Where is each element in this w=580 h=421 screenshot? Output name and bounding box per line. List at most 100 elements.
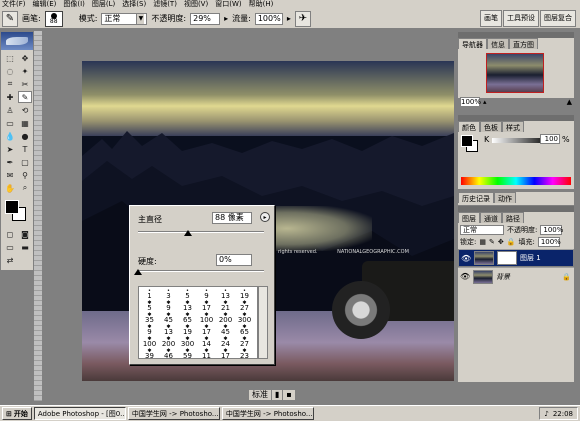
taskbar-item[interactable]: Adobe Photoshop - [图0... <box>33 407 126 420</box>
blur-tool-icon[interactable]: 💧 <box>3 130 17 142</box>
hand-tool-icon[interactable]: ✋ <box>3 182 17 194</box>
tab-swatches[interactable]: 色板 <box>480 121 502 132</box>
volume-icon[interactable]: ♪ <box>544 410 548 418</box>
brush-preset[interactable]: ✱ 17 <box>197 300 216 312</box>
menu-layer[interactable]: 图层(L) <box>92 0 115 9</box>
pen-tool-icon[interactable]: ✒ <box>3 156 17 168</box>
brush-preset[interactable]: ✱ 23 <box>235 348 254 359</box>
magic-wand-tool-icon[interactable]: ✦ <box>18 65 32 77</box>
brush-tool-icon[interactable]: ✎ <box>18 91 32 103</box>
brush-preset[interactable]: • 19 <box>235 288 254 300</box>
menu-view[interactable]: 视图(V) <box>184 0 208 9</box>
eye-icon[interactable]: 👁 <box>460 272 470 281</box>
diameter-slider[interactable] <box>138 231 264 233</box>
brush-preset[interactable]: ✱ 13 <box>159 324 178 336</box>
hardness-slider[interactable] <box>138 270 264 272</box>
channel-value-input[interactable]: 100 <box>540 134 560 144</box>
brush-preset[interactable]: • 1 <box>140 288 159 300</box>
zoom-input[interactable]: 100% <box>460 97 481 107</box>
shape-tool-icon[interactable]: ▢ <box>18 156 32 168</box>
brush-preset[interactable]: ✱ 39 <box>140 348 159 359</box>
tab-navigator[interactable]: 导航器 <box>458 38 487 49</box>
fullscreen-mode-icon[interactable]: ▬ <box>18 241 32 253</box>
tab-history[interactable]: 历史记录 <box>458 192 494 203</box>
brush-picker[interactable]: 88 <box>44 10 63 27</box>
brush-preset[interactable]: ✱ 9 <box>159 300 178 312</box>
zoom-slider[interactable] <box>489 101 564 103</box>
mode-select[interactable]: 正常 ▼ <box>101 12 148 25</box>
flow-input[interactable]: 100% <box>254 12 283 25</box>
brush-preset[interactable]: ✱ 19 <box>178 324 197 336</box>
hardness-slider-knob[interactable] <box>134 269 142 275</box>
tab-layers[interactable]: 图层 <box>458 212 480 223</box>
eyedropper-tool-icon[interactable]: ⚲ <box>18 169 32 181</box>
brush-preset[interactable]: ✱ 300 <box>178 336 197 348</box>
zoom-tool-icon[interactable]: ⌕ <box>18 182 32 194</box>
history-brush-tool-icon[interactable]: ⟲ <box>18 104 32 116</box>
lock-move-icon[interactable]: ✥ <box>498 238 504 246</box>
brush-preset[interactable]: ✱ 17 <box>216 348 235 359</box>
dodge-tool-icon[interactable]: ● <box>18 130 32 142</box>
tab-paths[interactable]: 路径 <box>502 212 524 223</box>
layer-row[interactable]: 👁 图层 1 <box>458 249 574 267</box>
menu-image[interactable]: 图像(I) <box>63 0 85 9</box>
photoshop-logo[interactable] <box>1 32 33 50</box>
menu-file[interactable]: 文件(F) <box>2 0 26 9</box>
tab-actions[interactable]: 动作 <box>494 192 516 203</box>
start-button[interactable]: ⊞ 开始 <box>2 407 32 420</box>
brush-preset[interactable]: ✱ 14 <box>197 336 216 348</box>
brush-preset[interactable]: ✱ 13 <box>178 300 197 312</box>
menu-window[interactable]: 窗口(W) <box>215 0 241 9</box>
slice-tool-icon[interactable]: ✂ <box>18 78 32 90</box>
quick-mask-mode-icon[interactable]: ◙ <box>18 228 32 240</box>
opacity-input[interactable]: 29% <box>190 12 221 25</box>
brush-tool-preset-icon[interactable]: ✎ <box>2 10 18 27</box>
brush-preset[interactable]: • 5 <box>178 288 197 300</box>
type-tool-icon[interactable]: T <box>18 143 32 155</box>
brush-preset[interactable]: ✱ 35 <box>140 312 159 324</box>
lock-paint-icon[interactable]: ✎ <box>489 238 495 246</box>
taskbar-item[interactable]: 中国学生网 -> Photosho... <box>221 407 314 420</box>
brush-preset[interactable]: ✱ 45 <box>216 324 235 336</box>
healing-brush-tool-icon[interactable]: ✚ <box>3 91 17 103</box>
brush-preset[interactable]: • 9 <box>197 288 216 300</box>
brush-preset[interactable]: ✱ 300 <box>235 312 254 324</box>
crop-tool-icon[interactable]: ⌗ <box>3 78 17 90</box>
gradient-tool-icon[interactable]: ▦ <box>18 117 32 129</box>
brush-preset[interactable]: ✱ 17 <box>197 324 216 336</box>
layer-opacity-input[interactable]: 100% <box>540 225 563 235</box>
menu-edit[interactable]: 编辑(E) <box>33 0 57 9</box>
brush-preset[interactable]: ✱ 5 <box>140 300 159 312</box>
brush-preset[interactable]: • 3 <box>159 288 178 300</box>
taskbar-item[interactable]: 中国学生网 -> Photosho... <box>127 407 220 420</box>
menu-select[interactable]: 选择(S) <box>122 0 146 9</box>
brush-preset[interactable]: ✱ 65 <box>235 324 254 336</box>
brush-preset[interactable]: ✱ 27 <box>235 300 254 312</box>
fill-input[interactable]: 100% <box>537 237 561 247</box>
notes-tool-icon[interactable]: ✉ <box>3 169 17 181</box>
brush-preset[interactable]: ✱ 59 <box>178 348 197 359</box>
chevron-right-icon[interactable]: ▸ <box>287 14 291 23</box>
brush-preset[interactable]: ✱ 65 <box>178 312 197 324</box>
foreground-color-swatch[interactable] <box>461 135 473 147</box>
standard-mode-button[interactable]: 标准 <box>249 390 272 400</box>
tab-styles[interactable]: 样式 <box>502 121 524 132</box>
zoom-out-icon[interactable]: ▴ <box>483 98 487 106</box>
menu-help[interactable]: 帮助(H) <box>249 0 274 9</box>
navigator-thumbnail[interactable] <box>486 53 544 93</box>
tab-tool-presets[interactable]: 工具预设 <box>503 10 539 27</box>
tab-channels[interactable]: 通道 <box>480 212 502 223</box>
screen-mode-icon[interactable]: ▮ <box>272 390 284 400</box>
eye-icon[interactable]: 👁 <box>461 254 471 263</box>
screen-mode-full-icon[interactable]: ▪ <box>283 390 296 400</box>
blend-mode-select[interactable]: 正常 <box>460 225 504 235</box>
brush-preset[interactable]: ✱ 200 <box>159 336 178 348</box>
airbrush-icon[interactable]: ✈ <box>294 10 311 27</box>
clone-stamp-tool-icon[interactable]: ♙ <box>3 104 17 116</box>
tab-info[interactable]: 信息 <box>487 38 509 49</box>
standard-mode-icon[interactable]: ◻ <box>3 228 17 240</box>
brush-preset[interactable]: • 13 <box>216 288 235 300</box>
path-selection-tool-icon[interactable]: ➤ <box>3 143 17 155</box>
menu-filter[interactable]: 滤镜(T) <box>153 0 177 9</box>
hardness-input[interactable]: 0% <box>216 254 252 266</box>
